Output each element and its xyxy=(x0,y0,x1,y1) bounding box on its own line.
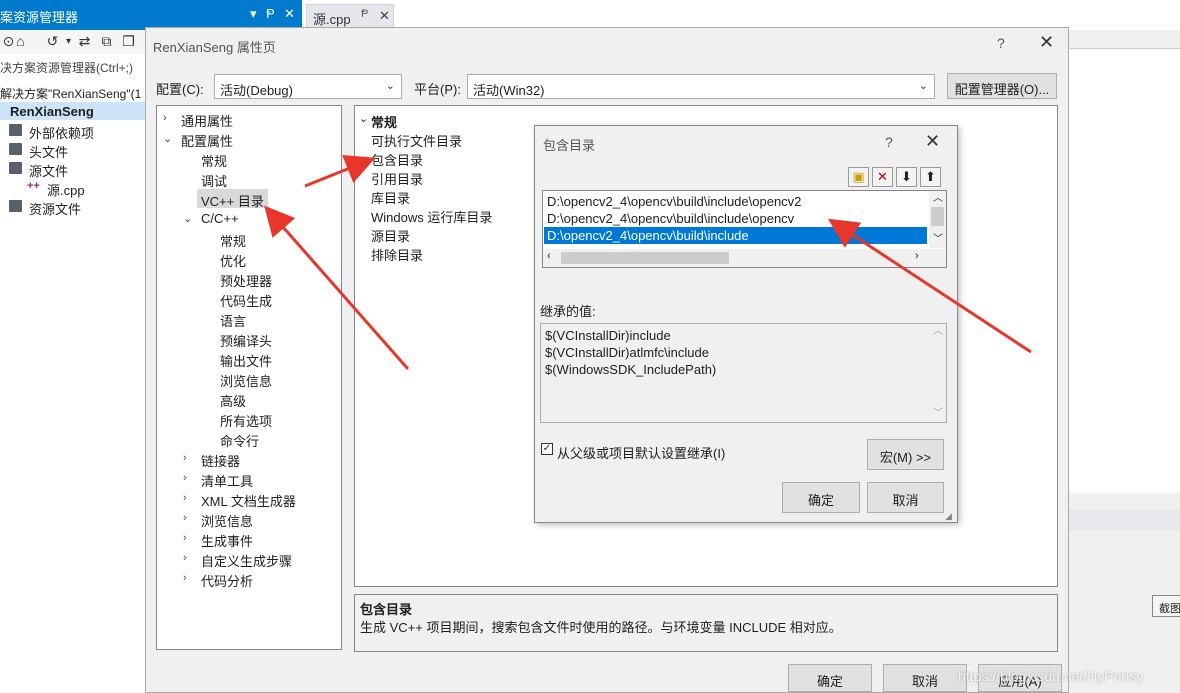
annotation-arrows xyxy=(264,154,1032,370)
arrow-to-include-dirs xyxy=(304,154,376,188)
arrow-to-vc-dirs xyxy=(264,205,410,370)
watermark: https://blog.csdn.net/HyPorisy xyxy=(958,668,1144,684)
arrow-to-include-path xyxy=(827,218,1032,354)
